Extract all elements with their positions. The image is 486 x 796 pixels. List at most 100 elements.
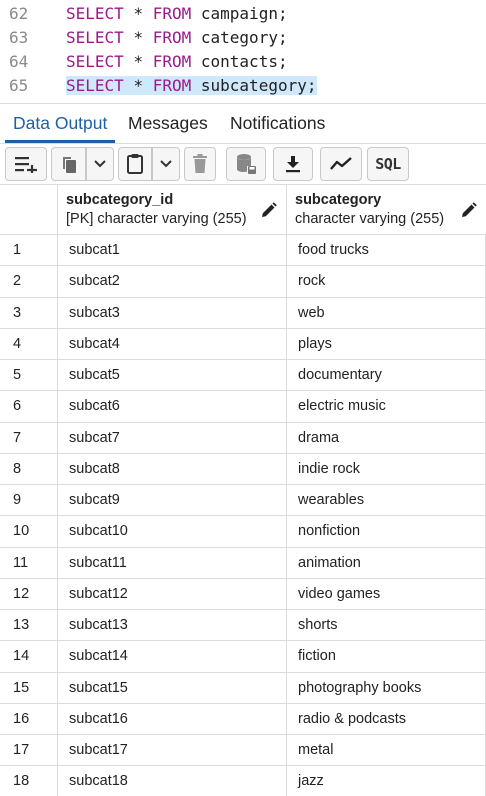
select-all-cell[interactable]	[0, 185, 58, 235]
table-row[interactable]: 1 subcat1 food trucks	[0, 235, 486, 267]
tab-notifications[interactable]: Notifications	[230, 113, 325, 134]
cell-subcategory[interactable]: photography books	[287, 672, 486, 703]
table-row[interactable]: 7 subcat7 drama	[0, 422, 486, 454]
sql-editor[interactable]: 62 SELECT * FROM campaign; 63 SELECT * F…	[0, 0, 486, 100]
cell-subcategory-id[interactable]: subcat11	[58, 547, 287, 578]
cell-subcategory[interactable]: nonfiction	[287, 516, 486, 547]
table-row[interactable]: 16 subcat16 radio & podcasts	[0, 703, 486, 735]
cell-subcategory-id[interactable]: subcat16	[58, 703, 287, 734]
cell-subcategory-id[interactable]: subcat1	[58, 235, 287, 266]
cell-subcategory[interactable]: metal	[287, 735, 486, 766]
cell-subcategory[interactable]: jazz	[287, 766, 486, 796]
table-row[interactable]: 14 subcat14 fiction	[0, 641, 486, 673]
table-row[interactable]: 10 subcat10 nonfiction	[0, 516, 486, 548]
cell-subcategory-id[interactable]: subcat18	[58, 766, 287, 796]
table-row[interactable]: 5 subcat5 documentary	[0, 360, 486, 392]
cell-subcategory[interactable]: video games	[287, 578, 486, 609]
cell-subcategory-id[interactable]: subcat8	[58, 453, 287, 484]
cell-subcategory-id[interactable]: subcat6	[58, 391, 287, 422]
code-line[interactable]: 64 SELECT * FROM contacts;	[0, 50, 486, 74]
column-header-subcategory-id[interactable]: subcategory_id [PK] character varying (2…	[58, 185, 287, 235]
table-row[interactable]: 15 subcat15 photography books	[0, 672, 486, 704]
cell-subcategory[interactable]: documentary	[287, 360, 486, 391]
paste-button[interactable]	[118, 147, 152, 181]
copy-button[interactable]	[51, 147, 86, 181]
pencil-icon[interactable]	[261, 202, 277, 223]
row-number[interactable]: 1	[0, 235, 58, 266]
code-line-selected[interactable]: 65 SELECT * FROM subcategory;	[0, 74, 486, 98]
selected-text[interactable]: SELECT * FROM subcategory;	[66, 76, 317, 95]
code-text[interactable]: SELECT * FROM category;	[66, 26, 288, 50]
cell-subcategory[interactable]: shorts	[287, 610, 486, 641]
row-number[interactable]: 9	[0, 485, 58, 516]
delete-button[interactable]	[184, 147, 216, 181]
row-number[interactable]: 5	[0, 360, 58, 391]
row-number[interactable]: 12	[0, 578, 58, 609]
cell-subcategory[interactable]: plays	[287, 328, 486, 359]
code-text[interactable]: SELECT * FROM subcategory;	[66, 74, 317, 98]
table-row[interactable]: 4 subcat4 plays	[0, 328, 486, 360]
table-row[interactable]: 2 subcat2 rock	[0, 266, 486, 298]
cell-subcategory-id[interactable]: subcat13	[58, 610, 287, 641]
paste-options-dropdown[interactable]	[152, 147, 180, 181]
tab-data-output[interactable]: Data Output	[13, 113, 107, 134]
cell-subcategory[interactable]: food trucks	[287, 235, 486, 266]
row-number[interactable]: 6	[0, 391, 58, 422]
cell-subcategory[interactable]: wearables	[287, 485, 486, 516]
row-number[interactable]: 7	[0, 422, 58, 453]
save-data-button[interactable]	[226, 147, 266, 181]
cell-subcategory[interactable]: electric music	[287, 391, 486, 422]
table-row[interactable]: 9 subcat9 wearables	[0, 485, 486, 517]
table-row[interactable]: 6 subcat6 electric music	[0, 391, 486, 423]
row-number[interactable]: 17	[0, 735, 58, 766]
row-number[interactable]: 10	[0, 516, 58, 547]
row-number[interactable]: 4	[0, 328, 58, 359]
add-row-button[interactable]	[5, 147, 47, 181]
cell-subcategory[interactable]: rock	[287, 266, 486, 297]
sql-button[interactable]: SQL	[367, 147, 409, 181]
row-number[interactable]: 18	[0, 766, 58, 796]
table-row[interactable]: 17 subcat17 metal	[0, 735, 486, 767]
row-number[interactable]: 13	[0, 610, 58, 641]
cell-subcategory-id[interactable]: subcat9	[58, 485, 287, 516]
row-number[interactable]: 14	[0, 641, 58, 672]
copy-options-dropdown[interactable]	[86, 147, 114, 181]
table-row[interactable]: 3 subcat3 web	[0, 297, 486, 329]
row-number[interactable]: 3	[0, 297, 58, 328]
pencil-icon[interactable]	[461, 202, 477, 223]
table-row[interactable]: 8 subcat8 indie rock	[0, 453, 486, 485]
cell-subcategory-id[interactable]: subcat17	[58, 735, 287, 766]
cell-subcategory-id[interactable]: subcat15	[58, 672, 287, 703]
cell-subcategory-id[interactable]: subcat4	[58, 328, 287, 359]
cell-subcategory-id[interactable]: subcat12	[58, 578, 287, 609]
cell-subcategory[interactable]: drama	[287, 422, 486, 453]
cell-subcategory-id[interactable]: subcat5	[58, 360, 287, 391]
code-text[interactable]: SELECT * FROM contacts;	[66, 50, 288, 74]
cell-subcategory[interactable]: animation	[287, 547, 486, 578]
row-number[interactable]: 15	[0, 672, 58, 703]
table-row[interactable]: 11 subcat11 animation	[0, 547, 486, 579]
row-number[interactable]: 2	[0, 266, 58, 297]
table-row[interactable]: 13 subcat13 shorts	[0, 610, 486, 642]
tab-messages[interactable]: Messages	[128, 113, 208, 134]
column-header-subcategory[interactable]: subcategory character varying (255)	[287, 185, 486, 235]
cell-subcategory-id[interactable]: subcat7	[58, 422, 287, 453]
cell-subcategory-id[interactable]: subcat14	[58, 641, 287, 672]
cell-subcategory[interactable]: web	[287, 297, 486, 328]
code-text[interactable]: SELECT * FROM campaign;	[66, 2, 288, 26]
cell-subcategory-id[interactable]: subcat2	[58, 266, 287, 297]
table-row[interactable]: 12 subcat12 video games	[0, 578, 486, 610]
download-button[interactable]	[273, 147, 313, 181]
row-number[interactable]: 8	[0, 453, 58, 484]
cell-subcategory[interactable]: indie rock	[287, 453, 486, 484]
graph-visualiser-button[interactable]	[320, 147, 362, 181]
row-number[interactable]: 16	[0, 703, 58, 734]
code-line[interactable]: 62 SELECT * FROM campaign;	[0, 2, 486, 26]
cell-subcategory-id[interactable]: subcat3	[58, 297, 287, 328]
cell-subcategory[interactable]: fiction	[287, 641, 486, 672]
row-number[interactable]: 11	[0, 547, 58, 578]
code-line[interactable]: 63 SELECT * FROM category;	[0, 26, 486, 50]
cell-subcategory-id[interactable]: subcat10	[58, 516, 287, 547]
cell-subcategory[interactable]: radio & podcasts	[287, 703, 486, 734]
table-row[interactable]: 18 subcat18 jazz	[0, 766, 486, 796]
